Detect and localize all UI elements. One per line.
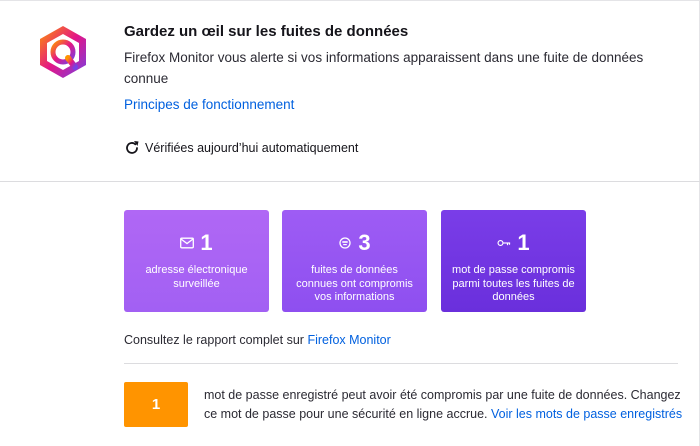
divider bbox=[124, 363, 678, 364]
checked-status-text: Vérifiées aujourd’hui automatiquement bbox=[145, 141, 359, 155]
stat-value: 1 bbox=[200, 230, 213, 255]
stat-value: 1 bbox=[517, 230, 530, 255]
view-saved-passwords-link[interactable]: Voir les mots de passe enregistrés bbox=[491, 407, 682, 421]
stat-label: fuites de données connues ont compromis … bbox=[296, 264, 413, 303]
breach-icon bbox=[339, 237, 352, 249]
refresh-icon[interactable] bbox=[124, 140, 140, 156]
envelope-icon bbox=[180, 237, 195, 249]
monitor-header: Gardez un œil sur les fuites de données … bbox=[0, 1, 700, 182]
stat-card-breaches: 3 fuites de données connues ont compromi… bbox=[282, 210, 427, 312]
checked-status: Vérifiées aujourd’hui automatiquement bbox=[124, 140, 358, 156]
panel-title: Gardez un œil sur les fuites de données bbox=[124, 23, 409, 40]
stat-value: 3 bbox=[358, 230, 371, 255]
panel-description: Firefox Monitor vous alerte si vos infor… bbox=[124, 50, 644, 86]
firefox-monitor-logo-icon bbox=[40, 26, 86, 78]
stat-label: mot de passe compromis parmi toutes les … bbox=[452, 264, 575, 303]
how-it-works-link[interactable]: Principes de fonctionnement bbox=[124, 97, 294, 112]
stat-card-emails: 1 adresse électronique surveillée bbox=[124, 210, 269, 312]
full-report-prefix: Consultez le rapport complet sur bbox=[124, 333, 304, 347]
monitor-panel: Gardez un œil sur les fuites de données … bbox=[0, 0, 700, 446]
compromised-passwords-message: mot de passe enregistré peut avoir été c… bbox=[204, 386, 684, 424]
full-report-line: Consultez le rapport complet sur Firefox… bbox=[124, 333, 391, 347]
stat-card-passwords: 1 mot de passe compromis parmi toutes le… bbox=[441, 210, 586, 312]
firefox-monitor-link[interactable]: Firefox Monitor bbox=[307, 333, 390, 347]
stat-label: adresse électronique surveillée bbox=[145, 264, 248, 290]
compromised-passwords-badge: 1 bbox=[124, 382, 188, 427]
key-icon bbox=[497, 239, 511, 247]
